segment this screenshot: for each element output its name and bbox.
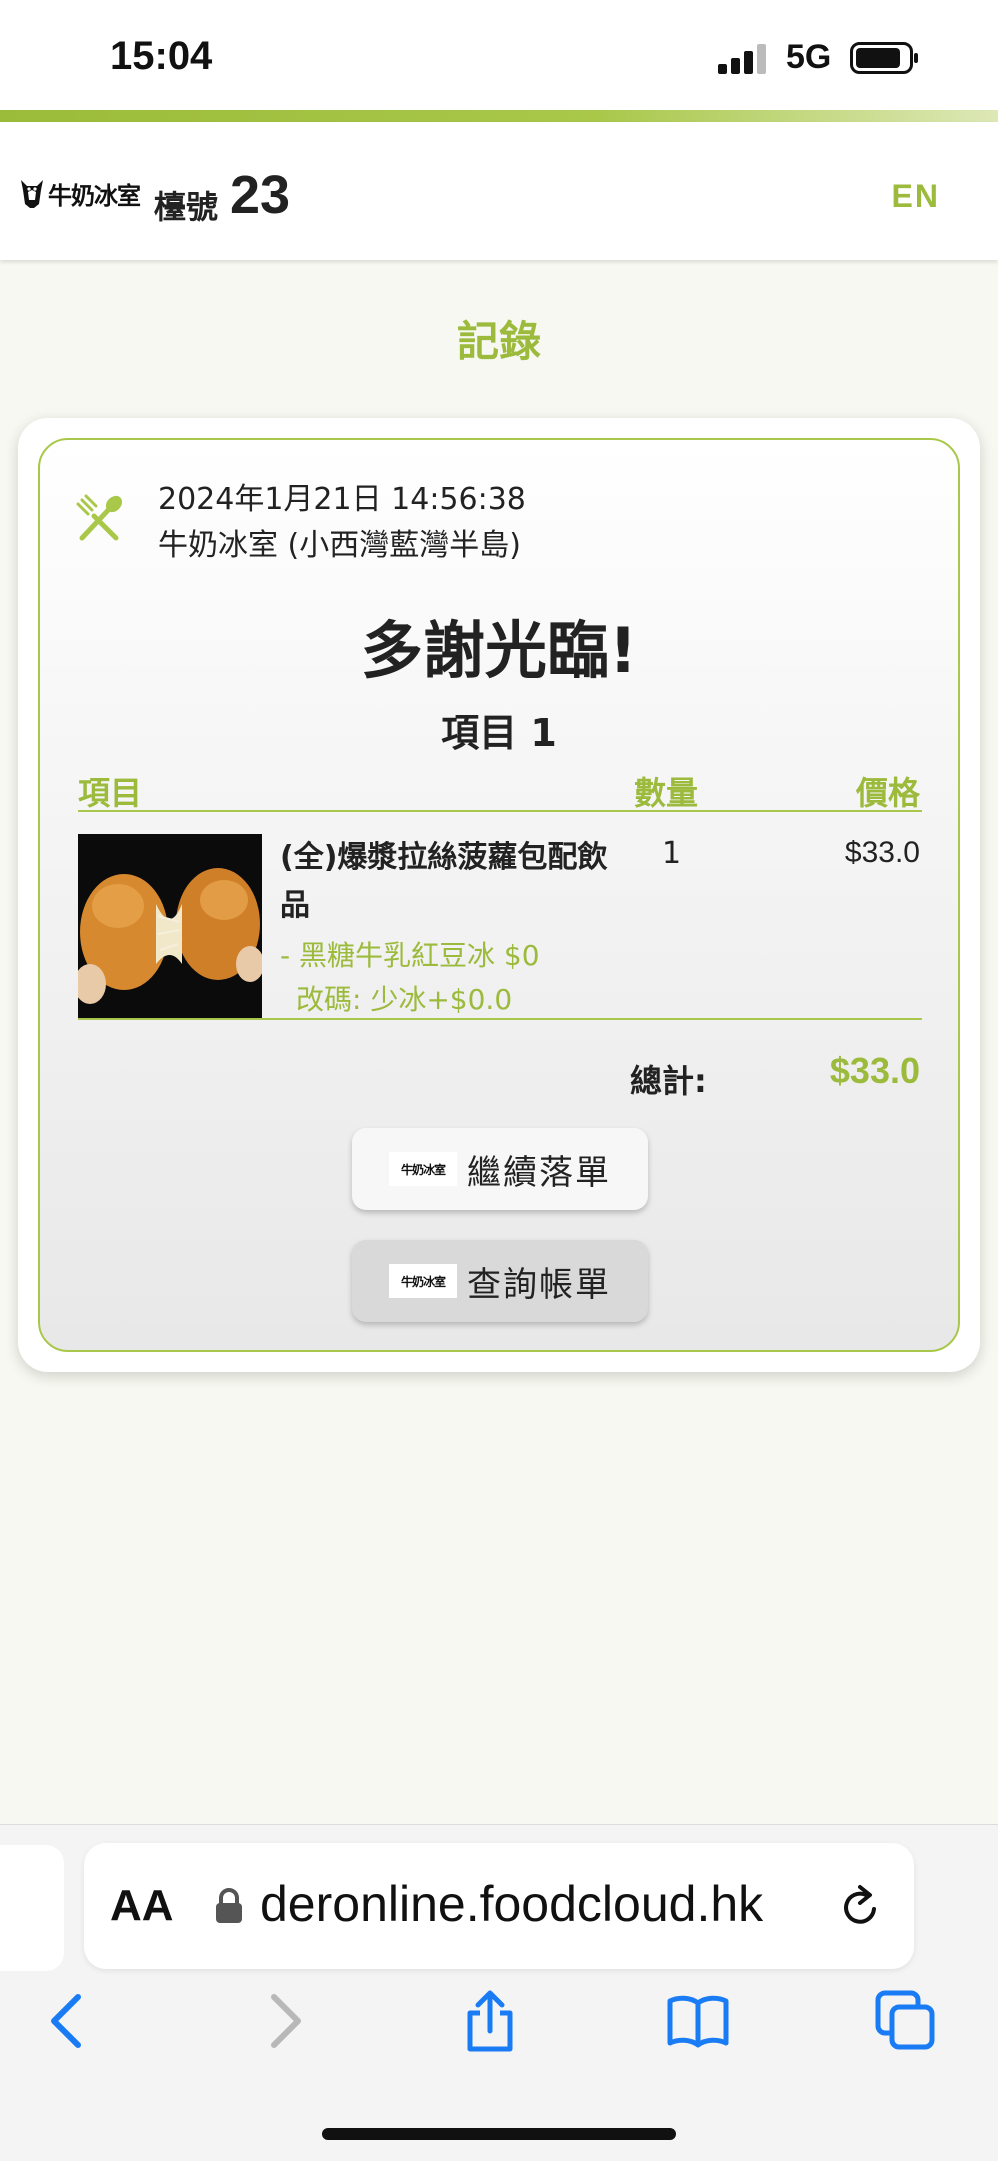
item-quantity: 1	[662, 836, 682, 871]
language-toggle[interactable]: EN	[892, 178, 940, 215]
total-value: $33.0	[829, 1050, 920, 1091]
total-label: 總計:	[630, 1062, 707, 1100]
share-icon[interactable]	[458, 1989, 522, 2053]
table-number: 23	[230, 165, 291, 225]
accent-line	[0, 110, 998, 122]
reload-icon[interactable]	[836, 1883, 884, 1931]
status-time: 15:04	[110, 34, 213, 78]
status-bar: 15:04 5G	[0, 0, 998, 110]
cutlery-icon	[76, 494, 123, 541]
button-logo-icon: 牛奶冰室	[389, 1152, 457, 1186]
tabs-icon[interactable]	[874, 1989, 938, 2053]
network-label: 5G	[786, 38, 832, 76]
restaurant-logo[interactable]: 牛奶冰室	[18, 174, 141, 212]
reader-aa-button[interactable]: AA	[110, 1881, 174, 1931]
item-photo	[78, 834, 262, 1018]
address-bar[interactable]: AA deronline.foodcloud.hk	[84, 1843, 914, 1969]
item-modifier: 改碼: 少冰+$0.0	[296, 983, 513, 1016]
view-bill-button[interactable]: 牛奶冰室 查詢帳單	[352, 1240, 648, 1322]
table-divider-top	[78, 810, 922, 812]
item-price: $33.0	[844, 836, 920, 869]
table-divider-bottom	[78, 1018, 922, 1020]
bookmarks-icon[interactable]	[666, 1989, 730, 2053]
battery-icon	[850, 42, 918, 74]
button-logo-icon: 牛奶冰室	[389, 1264, 457, 1298]
item-option: - 黑糖牛乳紅豆冰 $0	[280, 939, 540, 972]
column-header-quantity: 數量	[634, 774, 699, 812]
order-card: 2024年1月21日 14:56:38 牛奶冰室 (小西灣藍灣半島) 多謝光臨!…	[18, 418, 980, 1372]
continue-ordering-label: 繼續落單	[467, 1152, 611, 1193]
app-header: 牛奶冰室 檯號 23 EN	[0, 122, 998, 260]
back-icon[interactable]	[38, 1989, 102, 2053]
item-name: (全)爆漿拉絲菠蘿包配飲品	[280, 840, 608, 923]
signal-icon	[718, 42, 770, 74]
restaurant-name: 牛奶冰室 (小西灣藍灣半島)	[158, 528, 521, 563]
browser-toolbar: AA deronline.foodcloud.hk	[0, 1824, 998, 2161]
lock-icon	[216, 1888, 242, 1923]
logo-text: 牛奶冰室	[48, 181, 141, 210]
order-datetime: 2024年1月21日 14:56:38	[158, 482, 526, 517]
table-label: 檯號	[154, 188, 219, 226]
items-count: 項目 1	[441, 711, 557, 755]
column-header-price: 價格	[855, 774, 920, 812]
cow-logo-icon	[21, 180, 43, 208]
column-header-item: 項目	[78, 774, 143, 812]
order-card-inner: 2024年1月21日 14:56:38 牛奶冰室 (小西灣藍灣半島) 多謝光臨!…	[38, 438, 960, 1352]
previous-tab-peek[interactable]	[0, 1845, 64, 1971]
page-title: 記錄	[456, 317, 541, 366]
url-text[interactable]: deronline.foodcloud.hk	[260, 1875, 860, 1933]
view-bill-label: 查詢帳單	[467, 1264, 611, 1305]
continue-ordering-button[interactable]: 牛奶冰室 繼續落單	[352, 1128, 648, 1210]
thank-you-heading: 多謝光臨!	[360, 614, 638, 687]
forward-icon[interactable]	[250, 1989, 314, 2053]
home-indicator[interactable]	[322, 2128, 676, 2140]
